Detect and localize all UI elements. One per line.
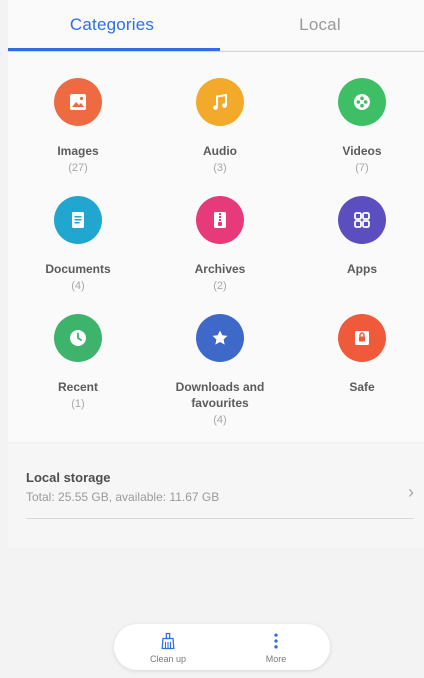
categories-grid: Images (27) Audio (3) Videos (7) Documen… [8,52,424,442]
tab-bar: Categories Local [8,0,424,50]
category-name: Recent [57,380,98,394]
image-icon [54,78,102,126]
category-count: (3) [213,162,227,174]
category-name: Safe [349,380,375,394]
category-count: (4) [71,280,85,292]
category-name: Downloads and favourites [175,380,265,410]
clean-up-button[interactable]: Clean up [114,624,222,670]
category-downloads-favourites[interactable]: Downloads and favourites (4) [150,314,290,427]
category-audio[interactable]: Audio (3) [150,78,290,175]
star-icon [196,314,244,362]
music-note-icon [196,78,244,126]
more-button[interactable]: More [222,624,330,670]
broom-icon [161,632,175,649]
document-icon [54,196,102,244]
more-vertical-icon [274,633,278,648]
category-name: Archives [194,262,246,276]
category-count: (7) [355,162,369,174]
category-archives[interactable]: Archives (2) [150,196,290,293]
category-documents[interactable]: Documents (4) [8,196,148,293]
file-manager-screen: Categories Local Images (27) Audio (3) V… [0,0,424,678]
bottom-action-bar: Clean up More [114,624,330,670]
safe-icon [338,314,386,362]
storage-subtitle: Total: 25.55 GB, available: 11.67 GB [26,490,220,504]
category-videos[interactable]: Videos (7) [292,78,424,175]
category-count: (27) [68,162,88,174]
apps-grid-icon [338,196,386,244]
more-label: More [265,653,287,664]
category-name: Videos [342,144,382,158]
archive-icon [196,196,244,244]
category-name: Apps [347,262,377,276]
tab-local[interactable]: Local [216,0,424,50]
category-count: (4) [213,414,227,426]
divider [26,518,414,519]
category-name: Audio [203,144,237,158]
category-name: Images [57,144,99,158]
film-reel-icon [338,78,386,126]
local-storage-row[interactable]: Local storage Total: 25.55 GB, available… [8,444,424,548]
category-safe[interactable]: Safe [292,314,424,397]
category-name: Documents [45,262,111,276]
category-recent[interactable]: Recent (1) [8,314,148,411]
tab-categories[interactable]: Categories [8,0,216,50]
chevron-right-icon: › [408,482,414,502]
category-count: (2) [213,280,227,292]
clock-icon [54,314,102,362]
storage-title: Local storage [26,470,111,485]
clean-up-label: Clean up [149,653,187,664]
category-count: (1) [71,398,85,410]
category-images[interactable]: Images (27) [8,78,148,175]
category-apps[interactable]: Apps [292,196,424,279]
